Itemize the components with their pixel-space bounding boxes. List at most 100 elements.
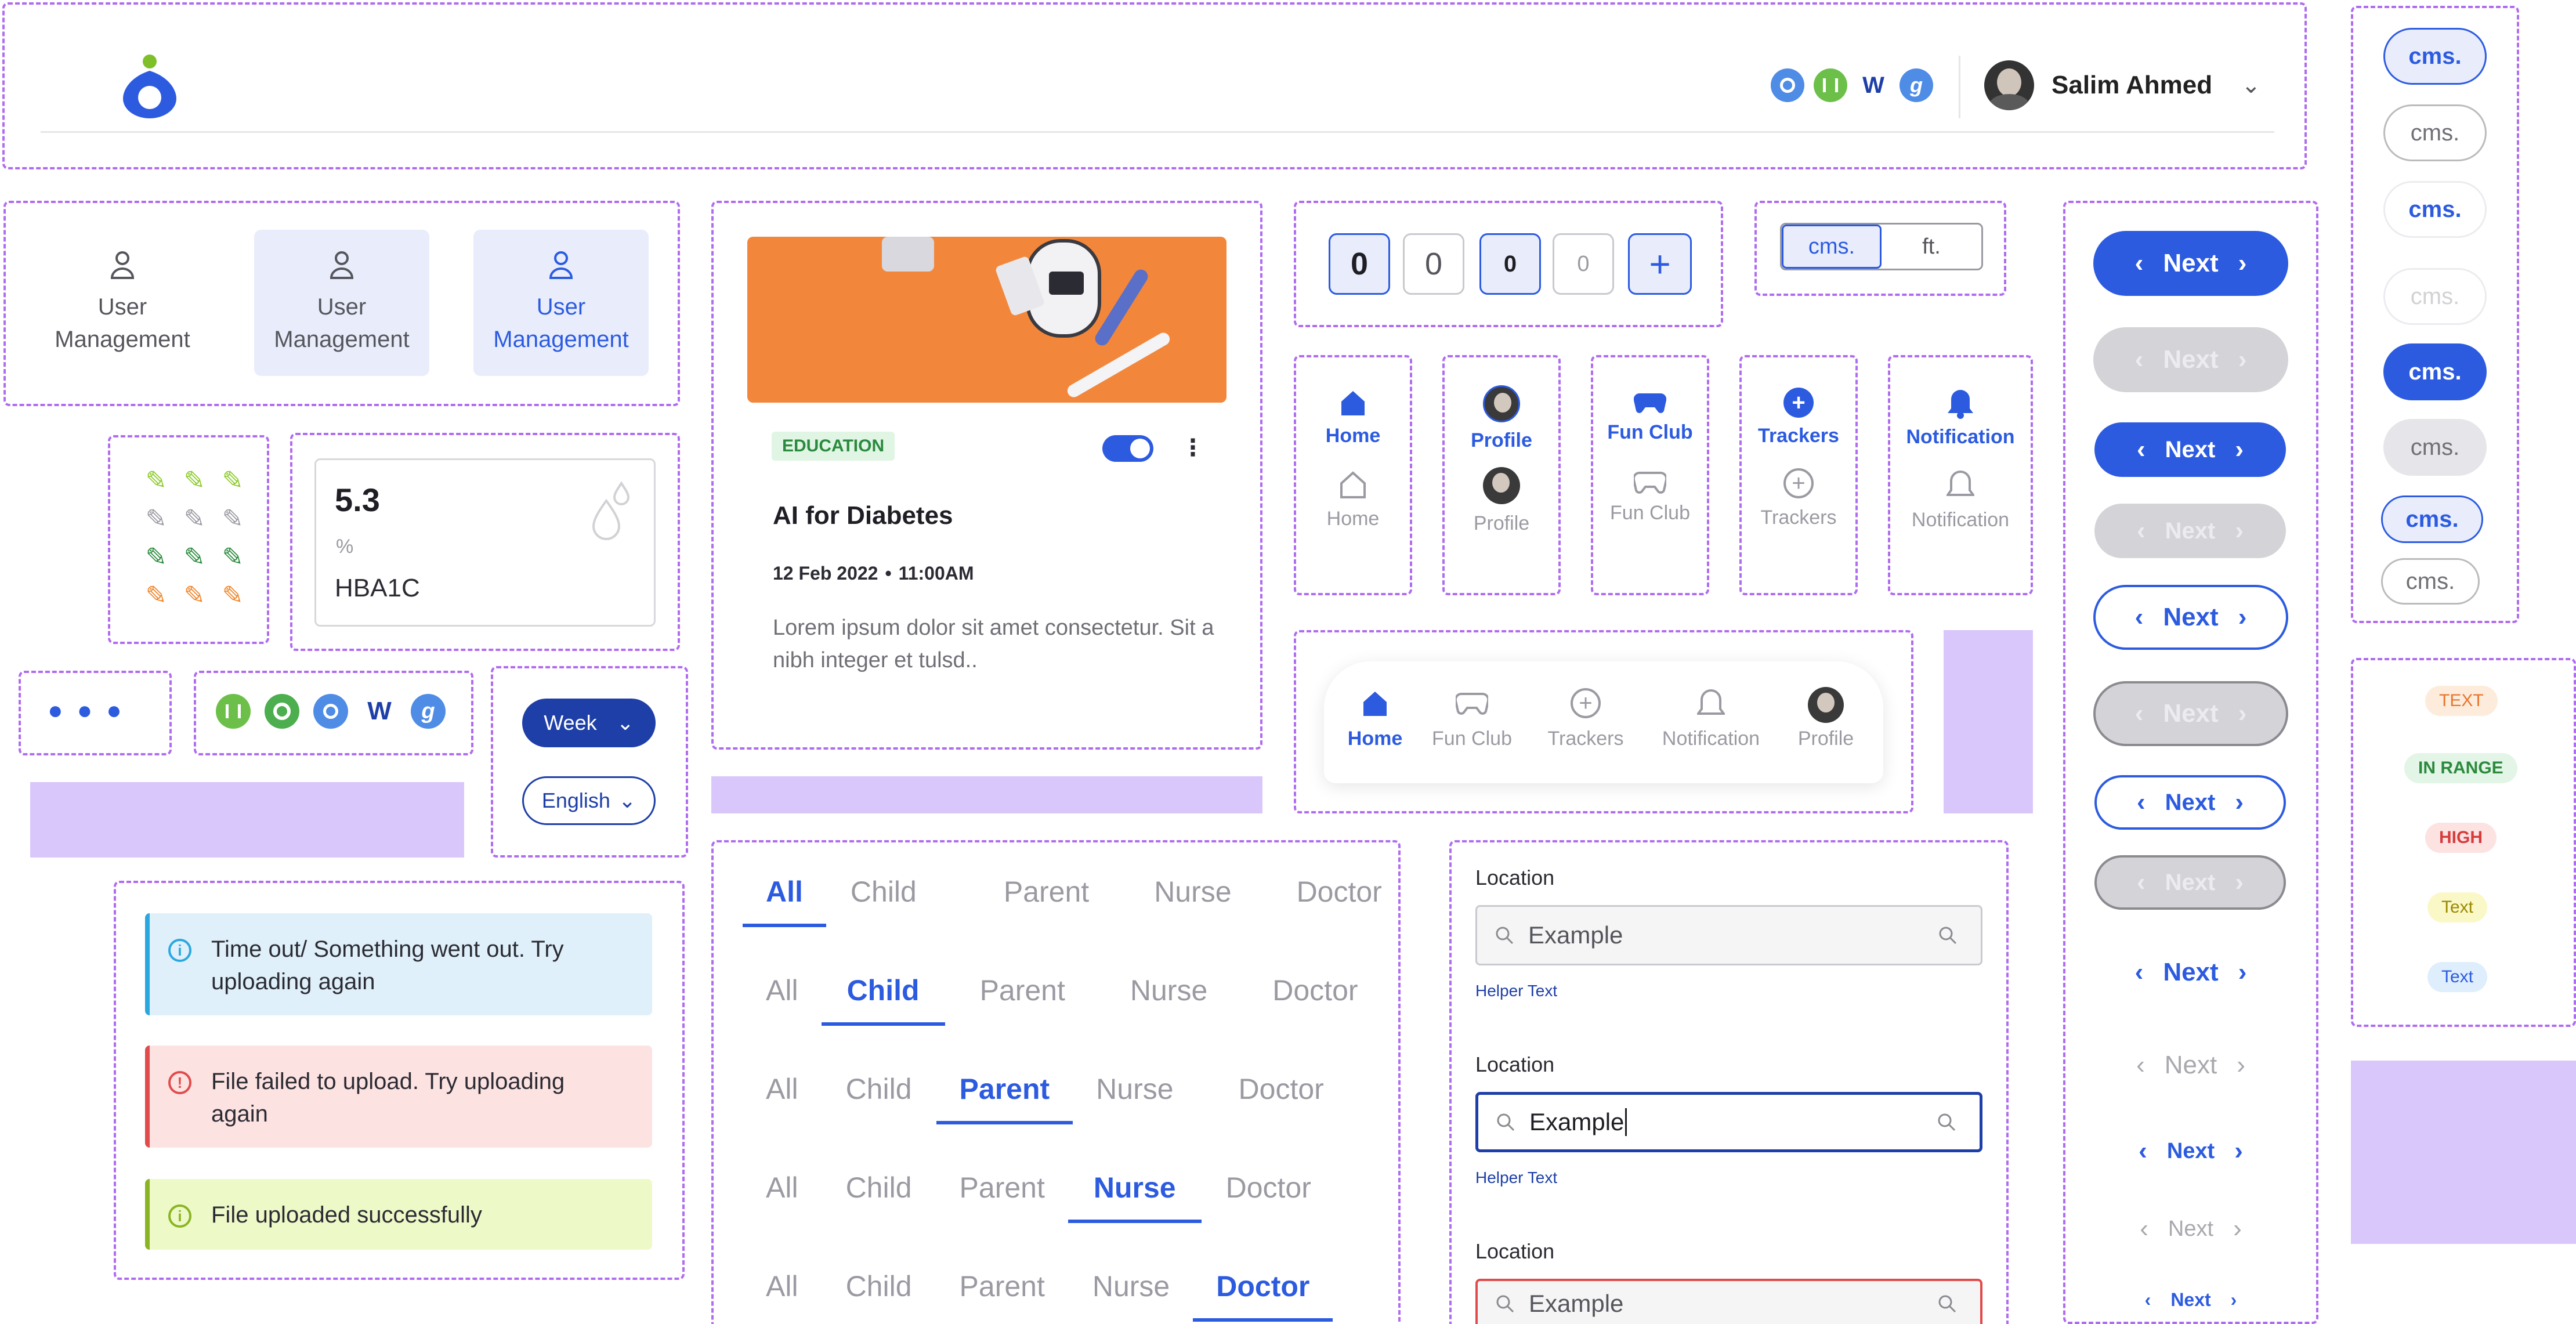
nav-item-home[interactable]: Home Home [1294, 355, 1412, 595]
user-management-tile-active[interactable]: User Management [473, 230, 649, 376]
next-link-large[interactable]: ‹ Next › [2093, 940, 2288, 1005]
clock-app-icon[interactable] [1771, 68, 1804, 102]
syringe-icon: ✎ [183, 543, 205, 571]
user-management-label: User Management [55, 294, 190, 352]
user-icon [110, 251, 135, 279]
tab-child[interactable]: Child [846, 1072, 912, 1121]
cms-chip-ghost-primary[interactable]: cms. [2383, 181, 2487, 238]
location-label: Location [1475, 1052, 1555, 1076]
bottom-nav-label: Trackers [1547, 728, 1624, 750]
alert-info: i Time out/ Something went out. Try uplo… [145, 913, 652, 1015]
app-logo[interactable] [120, 53, 180, 118]
nav-item-notification[interactable]: Notification Notification [1888, 355, 2033, 595]
bottom-nav-trackers[interactable]: + Trackers [1542, 688, 1629, 750]
article-image [747, 237, 1227, 403]
w-app-icon[interactable]: W [1857, 68, 1890, 102]
cms-chip-small-grey[interactable]: cms. [2381, 558, 2480, 605]
tab-all[interactable]: All [743, 875, 826, 927]
chart-app-icon[interactable] [216, 694, 251, 729]
tab-nurse[interactable]: Nurse [1068, 1171, 1202, 1223]
publish-toggle[interactable] [1102, 435, 1153, 462]
tab-child[interactable]: Child [846, 1171, 912, 1220]
cms-chip-outlined-grey[interactable]: cms. [2383, 104, 2487, 161]
counter-box-small-active[interactable]: 0 [1479, 233, 1541, 295]
unit-option-ft[interactable]: ft. [1882, 225, 1981, 269]
cms-chip-outlined-primary[interactable]: cms. [2383, 28, 2487, 85]
nav-item-fun-club[interactable]: Fun Club Fun Club [1591, 355, 1709, 595]
status-badge: Text [2427, 962, 2488, 992]
next-link-small[interactable]: ‹ Next › [2093, 1282, 2288, 1317]
alert-success: i File uploaded successfully [145, 1179, 652, 1250]
user-menu[interactable]: Salim Ahmed ⌄ [1984, 60, 2261, 110]
chevron-down-icon[interactable]: ⌄ [2241, 72, 2261, 99]
tab-doctor[interactable]: Doctor [1297, 875, 1382, 924]
w-app-icon[interactable]: W [362, 694, 397, 729]
user-management-tile-hover[interactable]: User Management [254, 230, 429, 376]
unit-option-cms[interactable]: cms. [1782, 225, 1882, 269]
tab-all[interactable]: All [766, 1072, 798, 1121]
next-button-primary-large[interactable]: ‹ Next › [2093, 231, 2288, 296]
g-app-icon[interactable]: g [411, 694, 446, 729]
chevron-left-icon: ‹ [2144, 1289, 2151, 1310]
tab-doctor[interactable]: Doctor [1193, 1269, 1333, 1322]
counter-box-small[interactable]: 0 [1553, 233, 1614, 295]
tab-nurse[interactable]: Nurse [1096, 1072, 1173, 1121]
tab-doctor[interactable]: Doctor [1239, 1072, 1324, 1121]
tab-all[interactable]: All [766, 1171, 798, 1220]
next-button-outline-disabled-large: ‹ Next › [2093, 681, 2288, 746]
article-title[interactable]: AI for Diabetes [773, 501, 953, 530]
next-button-outline-medium[interactable]: ‹ Next › [2094, 775, 2286, 830]
tab-parent[interactable]: Parent [960, 1171, 1045, 1220]
chevron-right-icon: › [2238, 603, 2247, 631]
location-input-focused[interactable]: Example [1475, 1092, 1982, 1152]
counter-box[interactable]: 0 [1403, 233, 1464, 295]
language-dropdown-label: English [541, 788, 610, 812]
success-icon: i [168, 1204, 191, 1228]
add-button[interactable]: + [1628, 233, 1692, 295]
week-dropdown[interactable]: Week ⌄ [522, 699, 656, 747]
tab-child[interactable]: Child [821, 974, 945, 1026]
next-button-outline-large[interactable]: ‹ Next › [2093, 585, 2288, 650]
g-app-icon[interactable]: g [1900, 68, 1933, 102]
bottom-nav-profile[interactable]: Profile [1788, 687, 1864, 750]
tab-nurse[interactable]: Nurse [1154, 875, 1231, 924]
bottom-nav-notification[interactable]: Notification [1656, 688, 1766, 750]
nav-item-profile[interactable]: Profile Profile [1442, 355, 1561, 595]
next-link-disabled-medium: ‹ Next › [2093, 1206, 2288, 1252]
next-button-disabled-large: ‹ Next › [2093, 327, 2288, 392]
tab-doctor[interactable]: Doctor [1226, 1171, 1311, 1220]
chevron-left-icon: ‹ [2136, 435, 2146, 464]
header-separator [1959, 56, 1960, 118]
more-options-icon[interactable]: ⋮ [1181, 436, 1204, 460]
location-input-error[interactable]: Example [1475, 1279, 1982, 1324]
tab-parent[interactable]: Parent [1004, 875, 1089, 924]
tab-parent[interactable]: Parent [960, 1269, 1045, 1318]
user-management-tile-default[interactable]: User Management [35, 230, 210, 376]
bottom-nav-fun-club[interactable]: Fun Club [1428, 692, 1515, 750]
circle-app-icon[interactable] [265, 694, 299, 729]
language-dropdown[interactable]: English ⌄ [522, 776, 656, 825]
next-link-medium[interactable]: ‹ Next › [2093, 1128, 2288, 1174]
tab-nurse[interactable]: Nurse [1130, 974, 1207, 1022]
cms-chip-small-primary[interactable]: cms. [2381, 495, 2483, 543]
tab-all[interactable]: All [766, 974, 798, 1022]
tab-parent[interactable]: Parent [936, 1072, 1073, 1124]
cms-chip-filled-primary[interactable]: cms. [2383, 343, 2487, 400]
tab-doctor[interactable]: Doctor [1272, 974, 1358, 1022]
clock-app-icon[interactable] [313, 694, 348, 729]
tab-all[interactable]: All [766, 1269, 798, 1318]
tab-nurse[interactable]: Nurse [1092, 1269, 1170, 1318]
next-label: Next [2170, 1289, 2211, 1310]
tab-parent[interactable]: Parent [980, 974, 1065, 1022]
chevron-right-icon: › [2237, 1051, 2245, 1079]
tab-child[interactable]: Child [851, 875, 917, 924]
bottom-nav-home[interactable]: Home [1340, 689, 1410, 750]
location-input[interactable]: Example [1475, 905, 1982, 965]
cms-chip-filled-grey[interactable]: cms. [2383, 419, 2487, 476]
tab-child[interactable]: Child [846, 1269, 912, 1318]
nav-item-trackers[interactable]: + Trackers + Trackers [1739, 355, 1858, 595]
app-icon-row: W g [216, 694, 446, 729]
counter-box-active[interactable]: 0 [1329, 233, 1390, 295]
chart-app-icon[interactable] [1814, 68, 1847, 102]
next-button-primary-medium[interactable]: ‹ Next › [2094, 422, 2286, 477]
